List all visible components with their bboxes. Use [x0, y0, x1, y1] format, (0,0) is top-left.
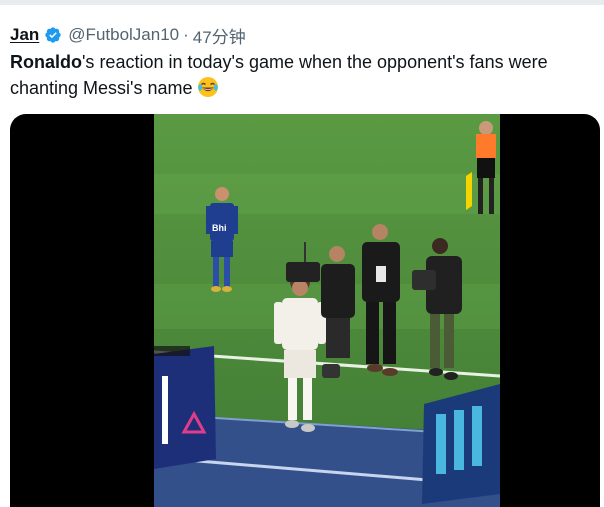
video-player[interactable]: Bhi [10, 114, 600, 507]
tweet-timestamp[interactable]: 47分钟 [193, 23, 246, 48]
author-name[interactable]: Jan [10, 25, 39, 45]
author-handle[interactable]: @FutbolJan10 [68, 25, 179, 45]
tweet-text-body: 's reaction in today's game when the opp… [10, 52, 548, 98]
top-divider [0, 0, 604, 5]
laughing-emoji-icon [197, 76, 219, 98]
video-frame[interactable]: Bhi [154, 114, 500, 507]
tweet-text-mention: Ronaldo [10, 52, 82, 72]
verified-badge-icon [44, 26, 62, 44]
tweet-header: Jan @FutbolJan10 · 47分钟 [10, 23, 246, 48]
tweet-text: Ronaldo's reaction in today's game when … [10, 49, 598, 101]
player-shirt-text: Bhi [212, 223, 227, 233]
separator-dot: · [183, 25, 189, 44]
